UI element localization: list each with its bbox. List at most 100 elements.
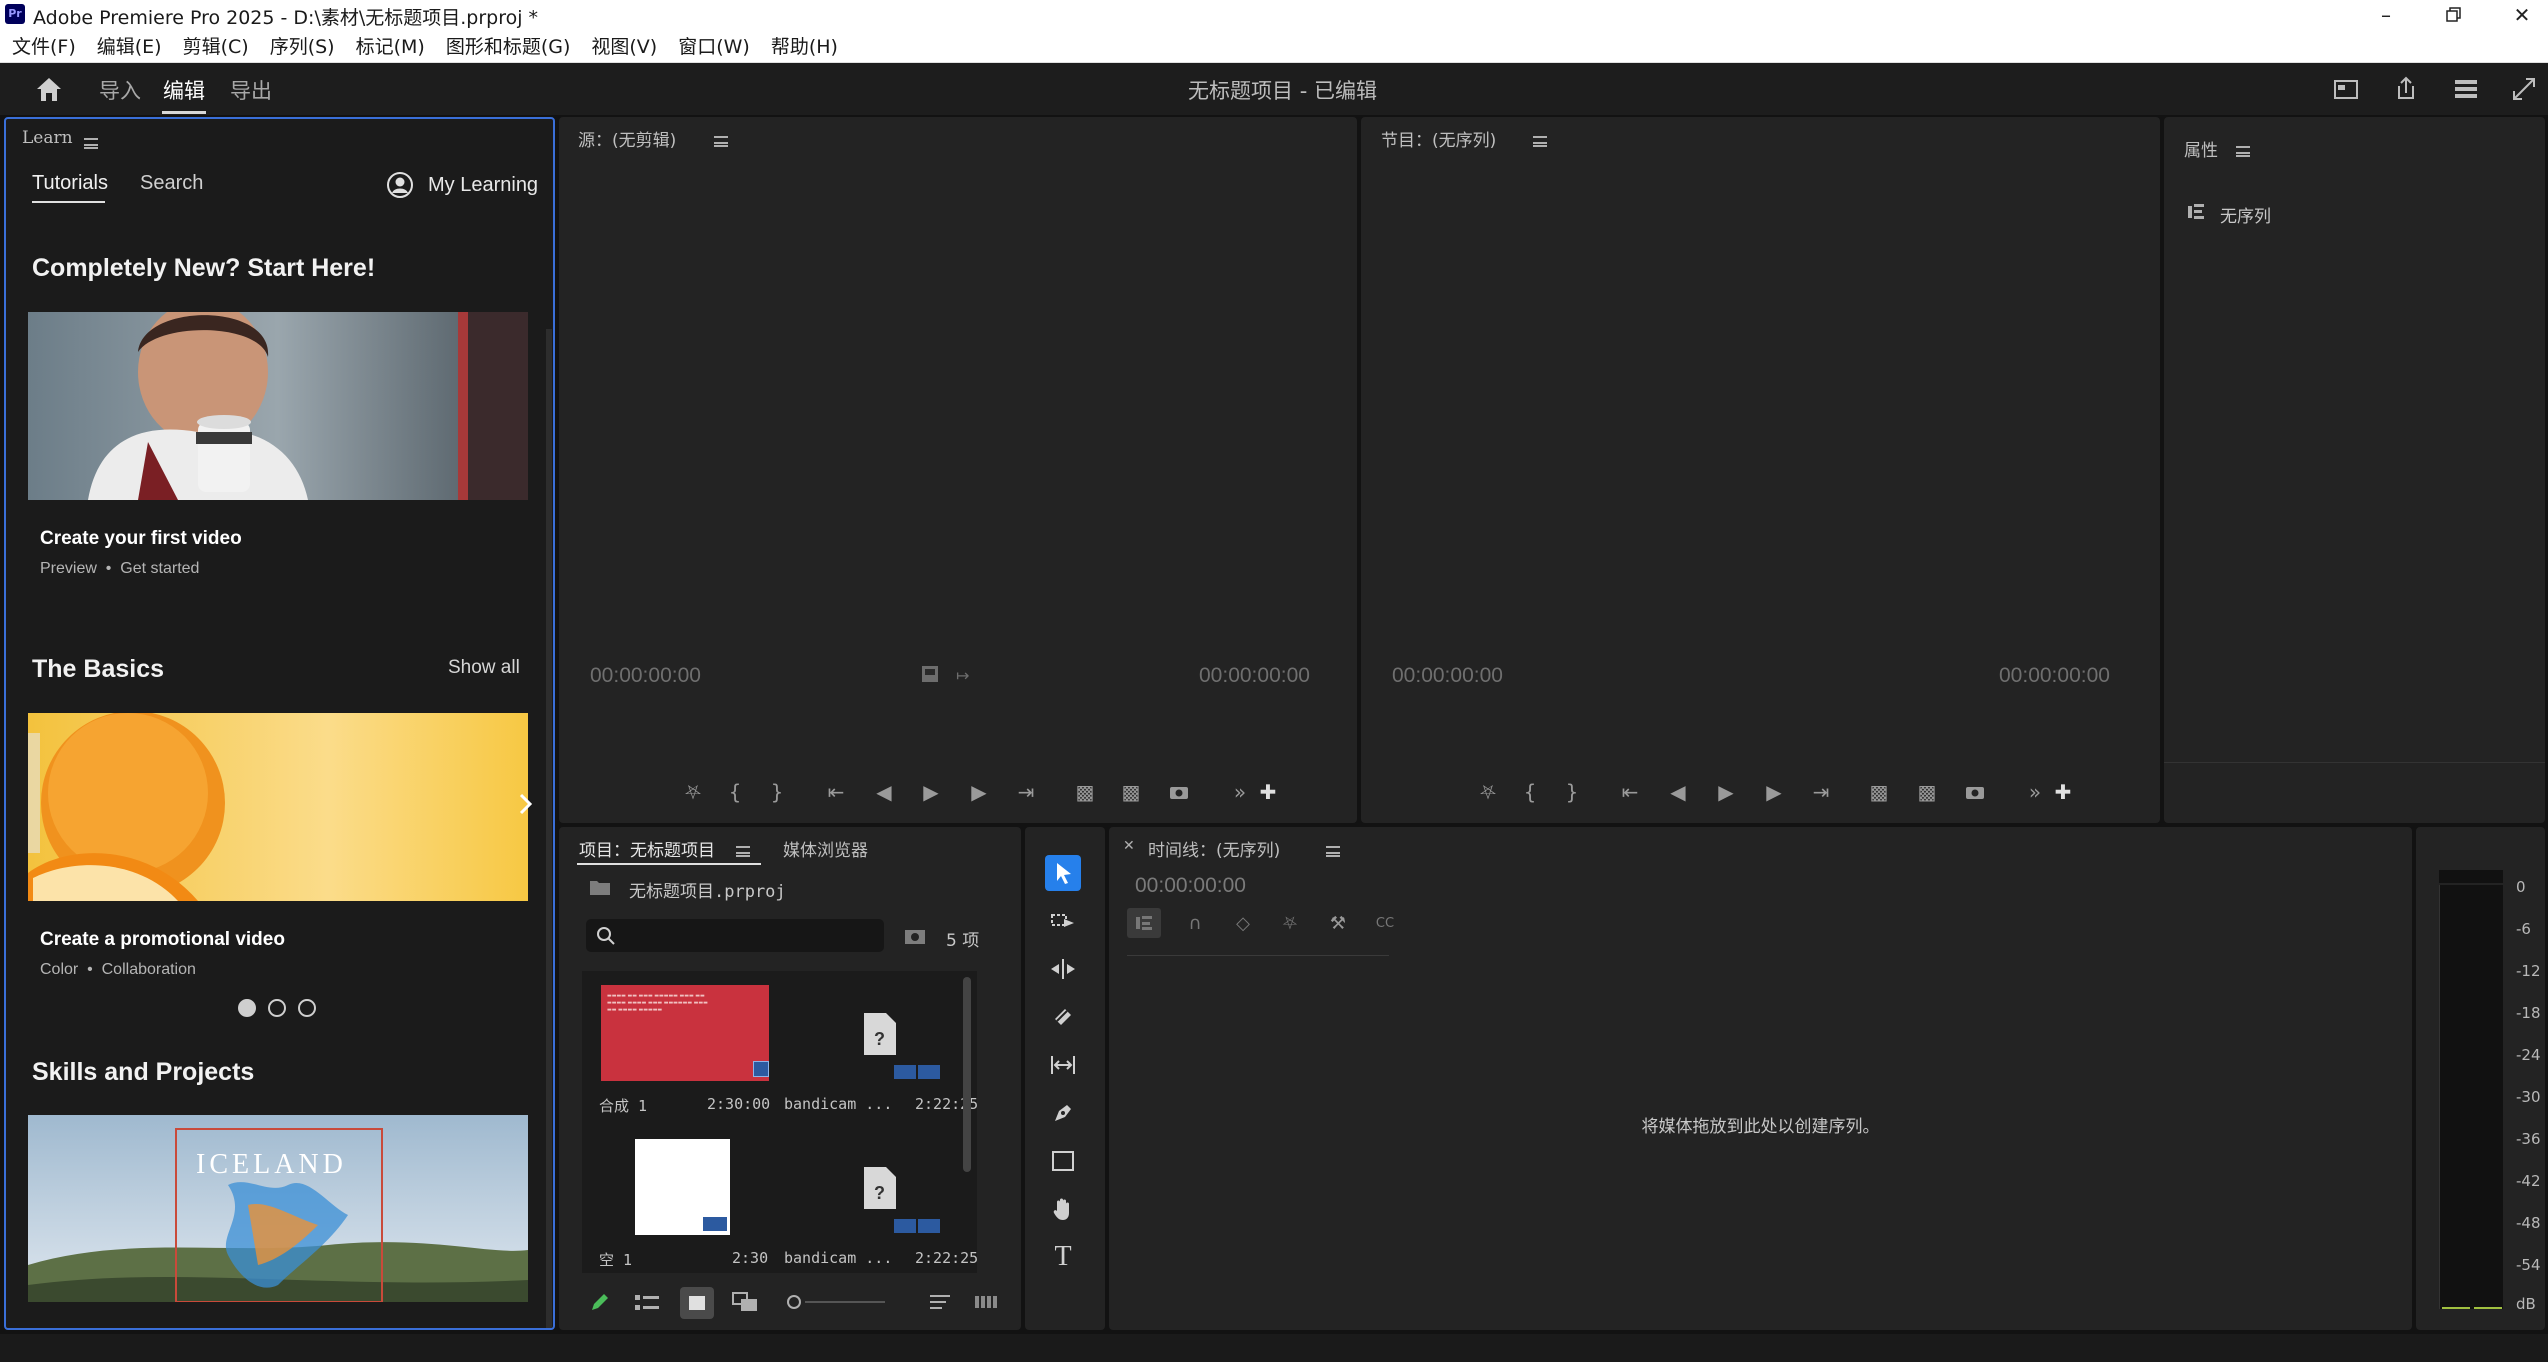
- share-icon[interactable]: [2390, 73, 2422, 105]
- snap-icon[interactable]: ∩: [1181, 909, 1209, 937]
- more-controls-icon[interactable]: »: [1226, 778, 1254, 806]
- export-frame-icon[interactable]: [1165, 778, 1193, 806]
- restore-icon[interactable]: [2424, 0, 2484, 29]
- panel-menu-icon[interactable]: [714, 136, 728, 147]
- razor-tool-icon[interactable]: [1045, 999, 1081, 1035]
- panel-menu-icon[interactable]: [1533, 136, 1547, 147]
- button-editor-icon[interactable]: ✚: [2049, 778, 2077, 806]
- step-forward-icon[interactable]: ▶: [1760, 778, 1788, 806]
- user-avatar-icon[interactable]: [386, 171, 414, 199]
- close-timeline-icon[interactable]: ✕: [1123, 838, 1135, 854]
- clip-thumbnail-bandicam-2[interactable]: ?: [824, 1139, 944, 1235]
- list-view-icon[interactable]: [634, 1293, 660, 1313]
- project-scrollbar[interactable]: [963, 977, 971, 1172]
- tutorial-card-iceland[interactable]: ICELAND: [28, 1115, 528, 1302]
- zoom-slider-handle[interactable]: [787, 1295, 801, 1309]
- menu-view[interactable]: 视图(V): [591, 32, 657, 59]
- hand-tool-icon[interactable]: [1045, 1191, 1081, 1227]
- drag-video-icon[interactable]: [920, 664, 940, 684]
- tab-media-browser[interactable]: 媒体浏览器: [783, 836, 868, 861]
- icon-view-button[interactable]: [680, 1287, 714, 1319]
- insert-icon[interactable]: ▩: [1071, 778, 1099, 806]
- panel-menu-icon[interactable]: [2236, 146, 2250, 157]
- ripple-edit-tool-icon[interactable]: [1045, 951, 1081, 987]
- menu-sequence[interactable]: 序列(S): [270, 32, 335, 59]
- mark-in-icon[interactable]: {: [721, 778, 749, 806]
- tutorial-card-first-video[interactable]: [28, 312, 528, 500]
- go-to-in-icon[interactable]: ⇤: [822, 778, 850, 806]
- drag-audio-icon[interactable]: ↦: [956, 666, 978, 685]
- new-bin-from-search-icon[interactable]: [904, 927, 926, 945]
- go-to-in-icon[interactable]: ⇤: [1616, 778, 1644, 806]
- pen-tool-icon[interactable]: [1045, 1095, 1081, 1131]
- tab-export[interactable]: 导出: [230, 75, 272, 105]
- add-marker-icon[interactable]: ⛧: [679, 778, 707, 806]
- extract-icon[interactable]: ▩: [1913, 778, 1941, 806]
- play-icon[interactable]: ▶: [1712, 778, 1740, 806]
- nest-sequences-icon[interactable]: [1127, 908, 1161, 938]
- zoom-slider-track[interactable]: [805, 1301, 885, 1303]
- panel-menu-icon[interactable]: [1326, 846, 1340, 857]
- overwrite-icon[interactable]: ▩: [1117, 778, 1145, 806]
- workspaces-icon[interactable]: [2330, 73, 2362, 105]
- tab-search[interactable]: Search: [140, 172, 203, 195]
- source-timecode-in[interactable]: 00:00:00:00: [590, 664, 701, 688]
- carousel-next-icon[interactable]: [516, 789, 536, 819]
- export-frame-icon[interactable]: [1961, 778, 1989, 806]
- sort-icon[interactable]: [929, 1292, 951, 1312]
- menu-clip[interactable]: 剪辑(C): [183, 32, 249, 59]
- menu-window[interactable]: 窗口(W): [678, 32, 750, 59]
- close-icon[interactable]: ✕: [2492, 0, 2548, 29]
- tab-project[interactable]: 项目：无标题项目: [579, 836, 715, 861]
- home-icon[interactable]: [34, 75, 64, 103]
- add-marker-icon[interactable]: ⛧: [1276, 909, 1304, 937]
- quick-settings-icon[interactable]: [2450, 73, 2482, 105]
- program-timecode-current[interactable]: 00:00:00:00: [1392, 664, 1503, 688]
- minimize-icon[interactable]: –: [2356, 0, 2416, 29]
- automate-to-sequence-icon[interactable]: [974, 1294, 998, 1310]
- rectangle-tool-icon[interactable]: [1045, 1143, 1081, 1179]
- clip-thumbnail-composite[interactable]: ▬▬▬▬ ▬▬ ▬▬▬ ▬▬▬▬▬ ▬▬▬ ▬▬ ▬▬▬▬ ▬▬▬▬ ▬▬▬ ▬…: [601, 985, 769, 1081]
- selection-tool-icon[interactable]: [1045, 855, 1081, 891]
- go-to-out-icon[interactable]: ⇥: [1807, 778, 1835, 806]
- lift-icon[interactable]: ▩: [1865, 778, 1893, 806]
- button-editor-icon[interactable]: ✚: [1254, 778, 1282, 806]
- carousel-dot-2[interactable]: [268, 999, 286, 1017]
- menu-file[interactable]: 文件(F): [12, 32, 76, 59]
- mark-out-icon[interactable]: }: [1558, 778, 1586, 806]
- mark-in-icon[interactable]: {: [1516, 778, 1544, 806]
- pencil-icon[interactable]: [589, 1291, 609, 1313]
- captions-icon[interactable]: CC: [1371, 909, 1399, 937]
- tutorial-card-promotional-video[interactable]: [28, 713, 528, 901]
- tab-import[interactable]: 导入: [99, 75, 141, 105]
- step-forward-icon[interactable]: ▶: [965, 778, 993, 806]
- clip-thumbnail-bandicam-1[interactable]: ?: [824, 985, 944, 1081]
- card1-title[interactable]: Create your first video: [40, 528, 242, 550]
- more-controls-icon[interactable]: »: [2021, 778, 2049, 806]
- panel-menu-icon[interactable]: [736, 846, 750, 857]
- timeline-settings-icon[interactable]: ⚒: [1324, 909, 1352, 937]
- my-learning-link[interactable]: My Learning: [428, 174, 538, 197]
- step-back-icon[interactable]: ◀: [870, 778, 898, 806]
- menu-markers[interactable]: 标记(M): [356, 32, 425, 59]
- fullscreen-icon[interactable]: [2508, 73, 2540, 105]
- freeform-view-icon[interactable]: [732, 1291, 760, 1313]
- tab-edit[interactable]: 编辑: [163, 75, 205, 105]
- card2-title[interactable]: Create a promotional video: [40, 929, 285, 951]
- timeline-timecode[interactable]: 00:00:00:00: [1135, 874, 1246, 898]
- track-select-tool-icon[interactable]: [1045, 903, 1081, 939]
- tab-tutorials[interactable]: Tutorials: [32, 172, 108, 195]
- carousel-dot-1[interactable]: [238, 999, 256, 1017]
- step-back-icon[interactable]: ◀: [1664, 778, 1692, 806]
- add-marker-icon[interactable]: ⛧: [1474, 778, 1502, 806]
- menu-help[interactable]: 帮助(H): [771, 32, 838, 59]
- go-to-out-icon[interactable]: ⇥: [1012, 778, 1040, 806]
- menu-edit[interactable]: 编辑(E): [97, 32, 162, 59]
- linked-selection-icon[interactable]: ◇: [1229, 909, 1257, 937]
- play-icon[interactable]: ▶: [917, 778, 945, 806]
- project-search-input[interactable]: [586, 919, 884, 952]
- panel-menu-icon[interactable]: [84, 138, 98, 149]
- menu-graphics[interactable]: 图形和标题(G): [446, 32, 571, 59]
- show-all-link[interactable]: Show all: [448, 657, 520, 679]
- mark-out-icon[interactable]: }: [763, 778, 791, 806]
